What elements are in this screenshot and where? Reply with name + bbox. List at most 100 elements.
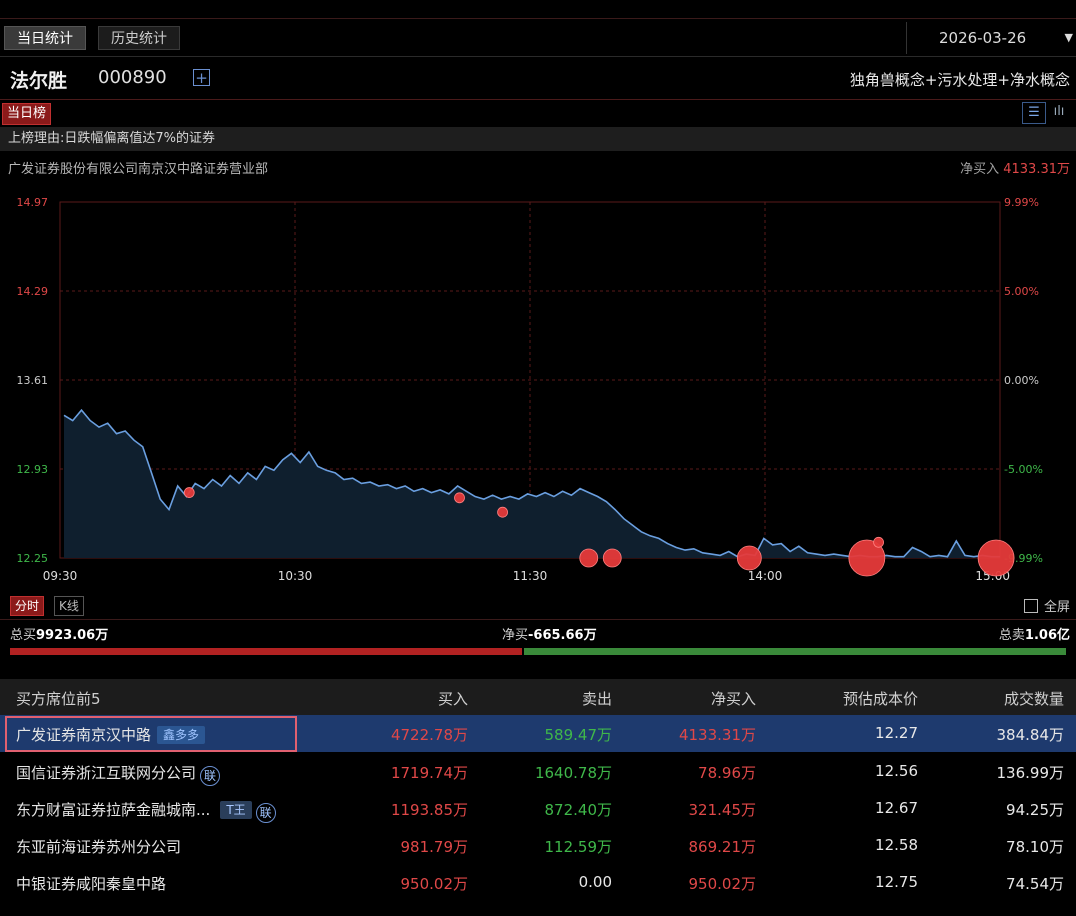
selection-highlight bbox=[5, 716, 297, 752]
bar-view-icon[interactable]: ılı bbox=[1048, 102, 1070, 122]
total-sell-value: 1.06亿 bbox=[1024, 628, 1070, 643]
expand-icon bbox=[1023, 599, 1038, 613]
buy-cell: 1719.74万 bbox=[390, 764, 468, 782]
seat-name-cell: 国信证券浙江互联网分公司联 bbox=[16, 762, 221, 786]
tab-today-stats[interactable]: 当日统计 bbox=[4, 26, 86, 50]
trade-marker bbox=[873, 536, 884, 548]
linked-seat-icon[interactable]: 联 bbox=[200, 766, 221, 786]
sell-cell: 0.00 bbox=[578, 873, 612, 891]
sell-ratio-bar bbox=[524, 648, 1066, 655]
trade-marker bbox=[579, 548, 599, 568]
y-left-tick-label: 14.29 bbox=[17, 285, 49, 298]
trade-marker bbox=[183, 487, 195, 498]
volume-cell: 94.25万 bbox=[1006, 801, 1064, 819]
seat-name: 国信证券浙江互联网分公司 bbox=[16, 764, 197, 782]
net-buy-total-value: -665.66万 bbox=[528, 628, 597, 643]
stock-code: 000890 bbox=[98, 67, 167, 88]
listing-reason-bar: 上榜理由:日跌幅偏离值达7%的证券 bbox=[0, 127, 1076, 151]
trade-marker bbox=[736, 545, 762, 571]
y-right-tick-label: 5.00% bbox=[1004, 285, 1039, 298]
net-buy-total: 净买-665.66万 bbox=[502, 624, 597, 643]
x-tick-label: 10:30 bbox=[278, 569, 313, 583]
total-sell: 总卖1.06亿 bbox=[999, 624, 1070, 643]
sell-cell: 112.59万 bbox=[544, 838, 613, 856]
table-row[interactable]: 国信证券浙江互联网分公司联 1719.74万 1640.78万 78.96万 1… bbox=[0, 753, 1076, 790]
cost-cell: 12.58 bbox=[875, 836, 918, 854]
x-tick-label: 14:00 bbox=[748, 569, 783, 583]
trade-marker bbox=[602, 548, 622, 568]
total-buy-value: 9923.06万 bbox=[36, 628, 109, 643]
buy-cell: 981.79万 bbox=[400, 838, 469, 856]
listing-reason: 上榜理由:日跌幅偏离值达7%的证券 bbox=[8, 131, 216, 146]
total-sell-label: 总卖 bbox=[998, 628, 1025, 643]
buy-cell: 950.02万 bbox=[400, 875, 469, 893]
table-row[interactable]: 东亚前海证券苏州分公司 981.79万 112.59万 869.21万 12.5… bbox=[0, 827, 1076, 864]
y-right-tick-label: 9.99% bbox=[1004, 196, 1039, 209]
volume-cell: 136.99万 bbox=[996, 764, 1065, 782]
x-tick-label: 11:30 bbox=[513, 569, 548, 583]
add-watchlist-icon[interactable]: + bbox=[193, 69, 210, 86]
broker-net-buy: 净买入 4133.31万 bbox=[960, 158, 1070, 177]
list-view-icon[interactable]: ☰ bbox=[1022, 102, 1046, 124]
net-buy-cell: 4133.31万 bbox=[678, 726, 756, 744]
fullscreen-button[interactable]: 全屏 bbox=[1023, 596, 1070, 615]
trade-marker bbox=[977, 539, 1015, 577]
price-area bbox=[64, 410, 1000, 558]
header-volume: 成交数量 bbox=[1003, 690, 1064, 708]
seat-name: 东方财富证券拉萨金融城南... bbox=[16, 801, 211, 819]
y-left-tick-label: 14.97 bbox=[17, 196, 49, 209]
net-buy-cell: 78.96万 bbox=[698, 764, 756, 782]
tab-daily-list[interactable]: 当日榜 bbox=[2, 103, 52, 125]
total-buy-label: 总买 bbox=[10, 628, 37, 643]
table-row[interactable]: 中银证券咸阳秦皇中路 950.02万 0.00 950.02万 12.75 74… bbox=[0, 864, 1076, 901]
net-buy-label: 净买入 bbox=[960, 162, 1000, 177]
divider bbox=[0, 99, 1076, 100]
cost-cell: 12.56 bbox=[875, 762, 918, 780]
header-buy: 买入 bbox=[437, 690, 468, 708]
cost-cell: 12.67 bbox=[875, 799, 918, 817]
fullscreen-label: 全屏 bbox=[1043, 600, 1070, 615]
buy-cell: 4722.78万 bbox=[390, 726, 468, 744]
x-tick-label: 09:30 bbox=[43, 569, 78, 583]
net-buy-cell: 321.45万 bbox=[688, 801, 757, 819]
linked-seat-icon[interactable]: 联 bbox=[255, 803, 276, 823]
sell-cell: 589.47万 bbox=[544, 726, 613, 744]
tab-kline[interactable]: K线 bbox=[54, 596, 84, 616]
cost-cell: 12.27 bbox=[875, 724, 918, 742]
table-row[interactable]: 东方财富证券拉萨金融城南... T王联 1193.85万 872.40万 321.… bbox=[0, 790, 1076, 827]
totals-row: 总买9923.06万 净买-665.66万 总卖1.06亿 bbox=[0, 624, 1076, 644]
net-buy-total-label: 净买 bbox=[502, 628, 529, 643]
divider bbox=[0, 18, 1076, 19]
divider bbox=[0, 619, 1076, 620]
header-sell: 卖出 bbox=[581, 690, 612, 708]
y-left-tick-label: 12.25 bbox=[17, 552, 49, 565]
concept-tags: 独角兽概念+污水处理+净水概念 bbox=[849, 71, 1070, 89]
header-est-cost: 预估成本价 bbox=[842, 690, 918, 708]
y-right-tick-label: -5.00% bbox=[1004, 463, 1043, 476]
volume-cell: 384.84万 bbox=[996, 726, 1065, 744]
divider bbox=[0, 56, 1076, 57]
trade-marker bbox=[497, 506, 508, 518]
cost-cell: 12.75 bbox=[875, 873, 918, 891]
y-left-tick-label: 13.61 bbox=[17, 374, 49, 387]
tab-history-stats[interactable]: 历史统计 bbox=[98, 26, 180, 50]
seat-name: 东亚前海证券苏州分公司 bbox=[16, 838, 182, 856]
broker-title: 广发证券股份有限公司南京汉中路证券营业部 bbox=[8, 162, 269, 177]
seat-badge[interactable]: T王 bbox=[220, 801, 252, 819]
header-buyer-seats: 买方席位前5 bbox=[16, 690, 101, 708]
total-buy: 总买9923.06万 bbox=[10, 624, 108, 643]
net-buy-value: 4133.31万 bbox=[1003, 162, 1070, 177]
y-right-tick-label: 0.00% bbox=[1004, 374, 1039, 387]
sell-cell: 1640.78万 bbox=[534, 764, 612, 782]
volume-cell: 74.54万 bbox=[1006, 875, 1064, 893]
buy-cell: 1193.85万 bbox=[390, 801, 468, 819]
buy-ratio-bar bbox=[10, 648, 522, 655]
trade-marker bbox=[454, 492, 465, 504]
stock-name: 法尔胜 bbox=[10, 70, 68, 92]
intraday-chart[interactable]: 14.97 9.99% 14.29 5.00% 13.61 0.00% 12.93 -5.00… bbox=[0, 188, 1076, 588]
table-header: 买方席位前5 买入 卖出 净买入 预估成本价 成交数量 bbox=[0, 679, 1076, 715]
sell-cell: 872.40万 bbox=[544, 801, 613, 819]
chevron-down-icon: ▼ bbox=[1064, 31, 1073, 44]
tab-intraday[interactable]: 分时 bbox=[10, 596, 45, 616]
date-selector[interactable]: 2026-03-26 ▼ bbox=[906, 22, 1076, 54]
